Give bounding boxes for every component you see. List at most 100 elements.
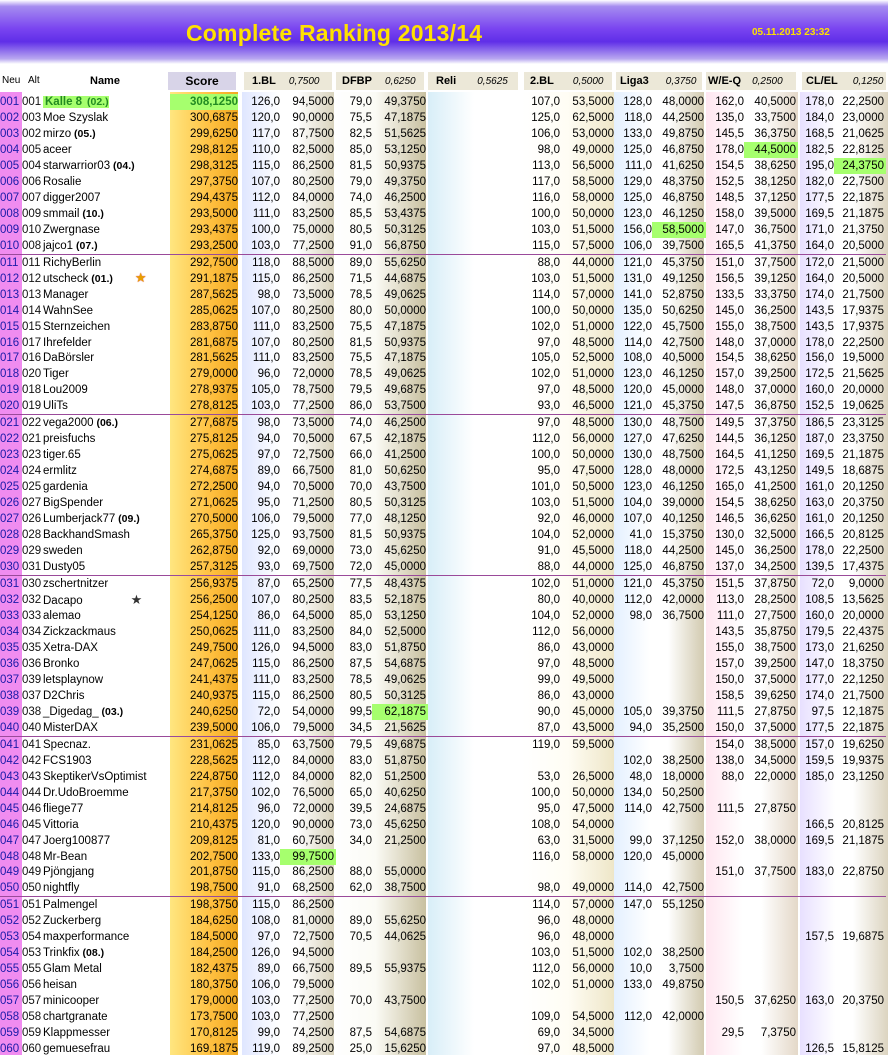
liga3-weighted: 39,0000 <box>662 497 704 510</box>
rank-new: 032 <box>0 594 20 607</box>
table-row: 058 058 chartgranate 173,7500 103,0 77,2500 10… <box>0 1009 886 1025</box>
rank-old: 021 <box>22 433 42 446</box>
player-name-cell: aceer <box>43 142 170 158</box>
clel-points <box>798 945 834 961</box>
player-name: Rosalie <box>43 175 82 188</box>
bl2-points: 103,0 <box>531 223 560 236</box>
score-value: 272,2500 <box>190 481 238 494</box>
clel-weighted: 22,2500 <box>842 336 884 349</box>
dfbp-weighted: 50,9375 <box>384 529 426 542</box>
rank-new: 051 <box>0 899 20 912</box>
bl2-weighted: 45,5000 <box>572 545 614 558</box>
rank-old: 025 <box>22 481 42 494</box>
rank-new: 007 <box>0 191 20 204</box>
score-value: 271,0625 <box>190 497 238 510</box>
score-value: 228,5625 <box>190 754 238 767</box>
player-name-cell: Lumberjack77 (09.) <box>43 511 170 527</box>
weq-weighted: 37,8750 <box>754 578 796 591</box>
dfbp-weighted: 45,0000 <box>372 559 428 577</box>
bl2-points: 53,0 <box>537 770 560 783</box>
liga3-points <box>616 624 652 640</box>
rank-old: 024 <box>22 465 42 478</box>
weq-weighted: 41,1250 <box>754 449 796 462</box>
bl-weighted: 84,0000 <box>292 191 334 204</box>
bl2-points: 116,0 <box>532 850 560 863</box>
rank-new: 021 <box>0 417 20 430</box>
player-name-cell: Zickzackmaus <box>43 624 170 640</box>
weq-points <box>706 977 744 993</box>
weq-weighted <box>744 785 798 801</box>
player-name: FCS1903 <box>43 754 92 767</box>
bl2-points: 109,0 <box>531 1011 560 1024</box>
rank-new: 008 <box>0 207 20 220</box>
rank-new: 045 <box>0 802 20 815</box>
score-value: 240,6250 <box>190 705 238 718</box>
clel-weighted <box>834 785 886 801</box>
bl-points: 99,0 <box>257 1027 280 1040</box>
dfbp-weighted: 44,6875 <box>384 272 426 285</box>
bl-weighted: 79,5000 <box>292 513 334 526</box>
dfbp-weighted: 62,1875 <box>372 703 428 720</box>
weq-weighted: 36,2500 <box>754 545 796 558</box>
clel-points: 173,0 <box>805 641 834 654</box>
reli-empty <box>428 559 524 577</box>
dfbp-points: 80,5 <box>349 689 372 702</box>
player-name-cell: Joerg100877 <box>43 833 170 849</box>
clel-points: 172,0 <box>805 256 834 269</box>
bl2-weighted: 51,0000 <box>572 578 614 591</box>
weq-points: 138,0 <box>715 754 744 767</box>
reli-empty <box>428 158 524 174</box>
bl-points: 102,0 <box>251 786 280 799</box>
liga3-weighted <box>652 640 706 656</box>
reli-empty <box>428 640 524 656</box>
liga3-weighted: 48,0000 <box>662 465 704 478</box>
reli-empty <box>428 719 524 737</box>
clel-weighted: 19,9375 <box>842 754 884 767</box>
score-value: 275,0625 <box>190 449 238 462</box>
rank-new: 044 <box>0 786 20 799</box>
rank-old: 009 <box>22 207 42 220</box>
table-row: 041 041 Specnaz. 231,0625 85,0 63,7500 79,5 49,… <box>0 736 886 752</box>
liga3-points: 127,0 <box>623 433 652 446</box>
clel-weighted: 19,5000 <box>842 352 884 365</box>
score-value: 293,4375 <box>190 223 238 236</box>
rank-new: 056 <box>0 979 20 992</box>
dfbp-points <box>336 897 372 913</box>
clel-weighted <box>834 913 886 929</box>
rank-old: 018 <box>22 384 42 397</box>
clel-weighted: 21,7500 <box>842 288 884 301</box>
clel-points: 97,5 <box>811 705 834 718</box>
bl-points: 110,0 <box>252 143 280 156</box>
weq-points <box>706 897 744 913</box>
clel-points: 178,0 <box>805 545 834 558</box>
header-reli: Reli 0,5625 <box>428 72 518 90</box>
player-name: DaBörsler <box>43 352 95 365</box>
weq-points: 145,0 <box>715 304 744 317</box>
liga3-points: 108,0 <box>623 352 652 365</box>
rank-new: 001 <box>0 95 20 108</box>
bl2-weighted: 56,0000 <box>572 625 614 638</box>
score-value: 184,2500 <box>190 947 238 960</box>
bl2-weighted: 48,5000 <box>572 417 614 430</box>
weq-weighted: 27,7500 <box>754 609 796 622</box>
header-bl-weight: 0,7500 <box>288 76 320 87</box>
clel-points: 159,5 <box>805 754 834 767</box>
bl2-points: 100,0 <box>531 786 560 799</box>
dfbp-points <box>336 977 372 993</box>
dfbp-weighted: 50,3125 <box>384 689 426 702</box>
clel-weighted: 21,1875 <box>842 207 884 220</box>
weq-points: 113,0 <box>716 594 744 607</box>
liga3-weighted: 40,5000 <box>662 352 704 365</box>
table-row: 054 053 Trinkfix (08.) 184,2500 126,0 94,5000… <box>0 945 886 961</box>
clel-points: 164,0 <box>805 272 834 285</box>
rank-new: 039 <box>0 705 20 718</box>
rank-old: 041 <box>22 738 42 751</box>
dfbp-points: 81,0 <box>349 465 372 478</box>
bl2-weighted: 50,5000 <box>572 481 614 494</box>
weq-points: 137,0 <box>706 559 744 577</box>
liga3-points: 130,0 <box>623 417 652 430</box>
clel-weighted: 19,6250 <box>842 738 884 751</box>
bl2-weighted: 53,5000 <box>572 95 614 108</box>
bl-points: 111,0 <box>252 207 280 220</box>
rank-old: 058 <box>22 1011 42 1024</box>
